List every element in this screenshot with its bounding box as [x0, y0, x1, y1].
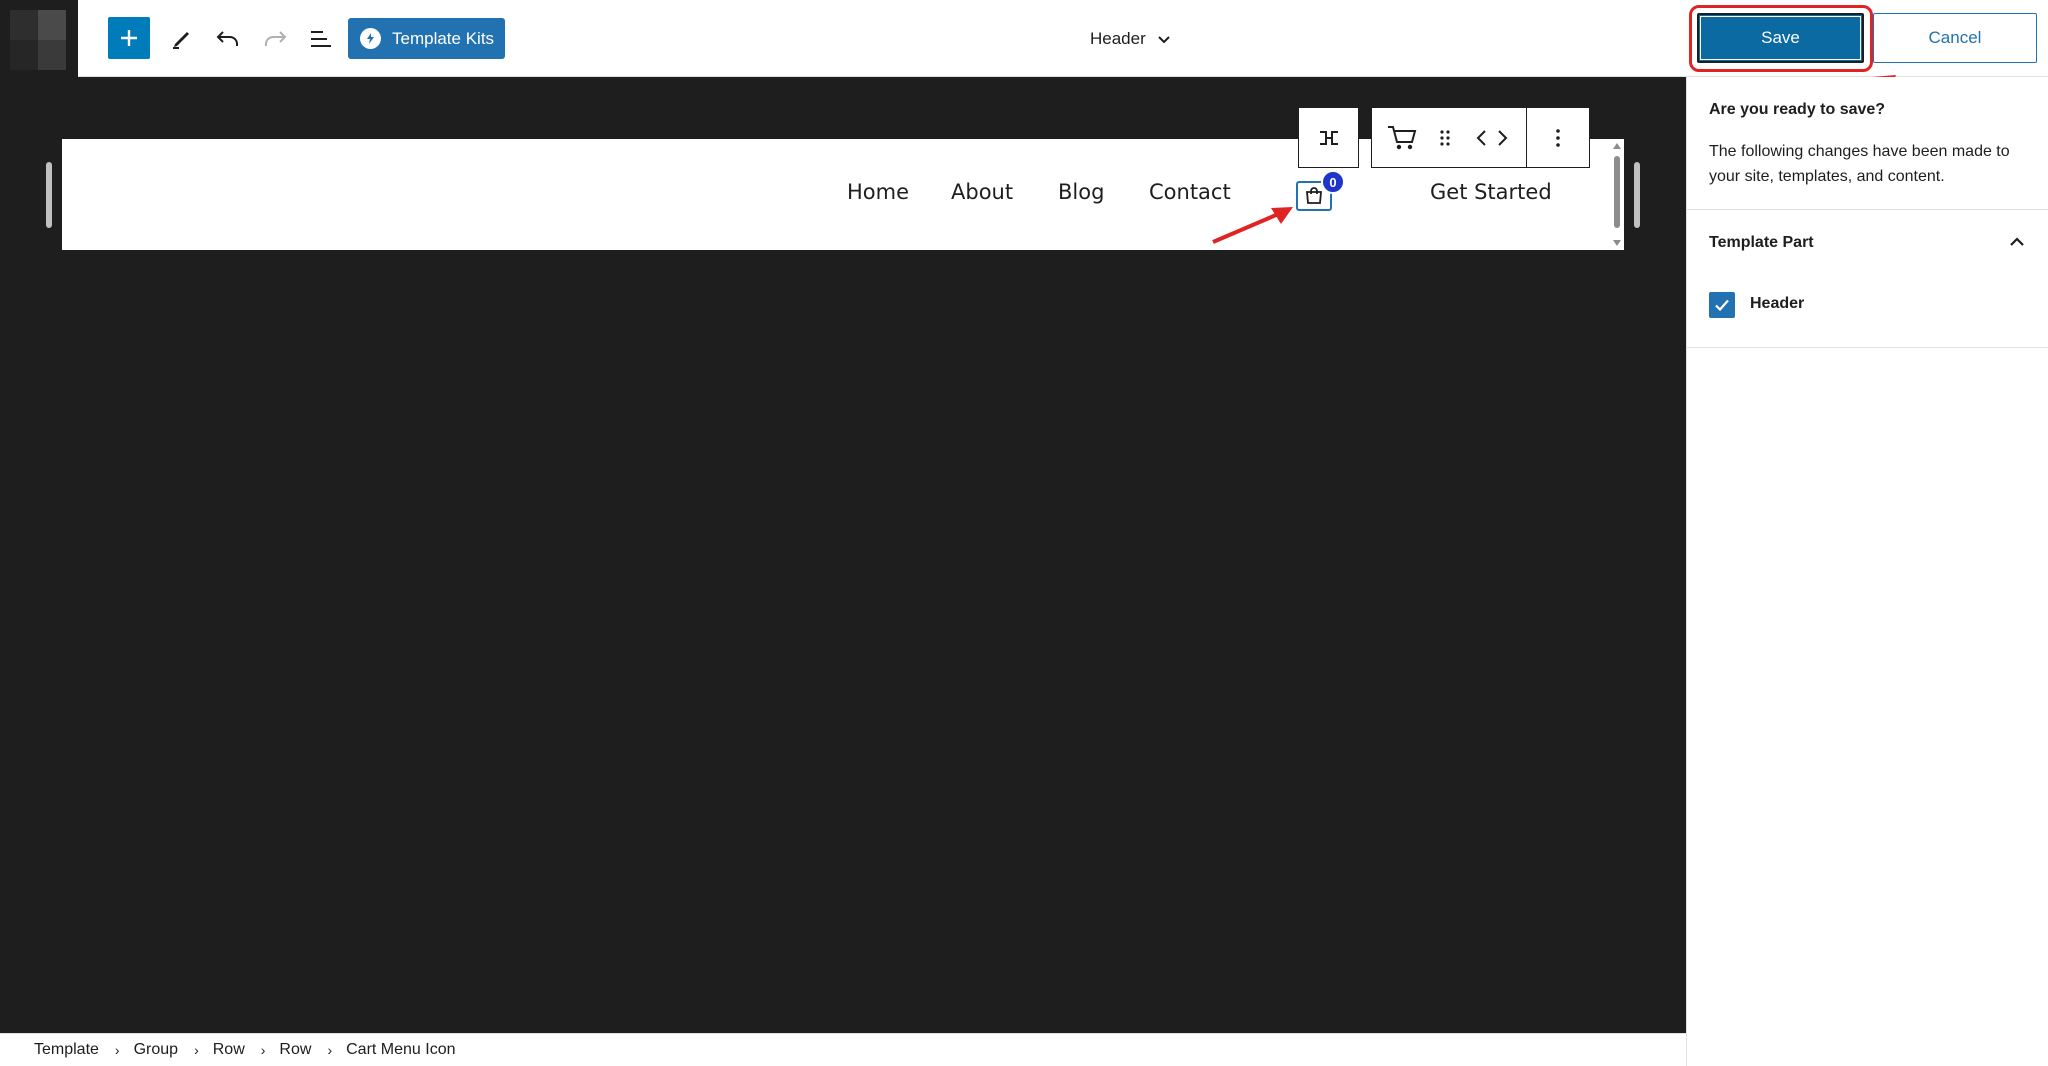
chevron-up-icon[interactable] — [2005, 230, 2029, 254]
divider — [1687, 347, 2048, 348]
template-kits-label: Template Kits — [392, 28, 495, 48]
block-inserter-button[interactable] — [108, 17, 150, 59]
nav-link-blog[interactable]: Blog — [1058, 180, 1104, 204]
scroll-down-arrow[interactable] — [1613, 240, 1621, 246]
resize-handle-left[interactable] — [46, 162, 52, 228]
block-toolbar — [1371, 107, 1590, 168]
divider — [1687, 209, 2048, 210]
cart-annotation-arrow — [1212, 207, 1293, 244]
parent-block-icon — [1319, 130, 1338, 145]
site-icon-button[interactable] — [0, 0, 78, 77]
redo-icon — [265, 31, 287, 46]
breadcrumb-group[interactable]: Group — [134, 1041, 178, 1059]
drag-handle[interactable] — [1432, 108, 1458, 167]
header-entity-label[interactable]: Header — [1750, 295, 1804, 313]
template-part-panel-toggle[interactable]: Template Part — [1709, 234, 1814, 252]
select-parent-block-button[interactable] — [1298, 107, 1359, 168]
template-kits-icon — [360, 28, 381, 49]
preview-scrollbar[interactable] — [1610, 140, 1624, 248]
drag-handle-icon — [1440, 129, 1450, 146]
checkmark-icon — [1715, 299, 1729, 312]
list-view-button[interactable] — [301, 19, 341, 59]
breadcrumb-cart-menu-icon: Cart Menu Icon — [346, 1041, 456, 1058]
chevron-right-icon: › — [114, 1042, 120, 1058]
block-options-button[interactable] — [1527, 108, 1589, 167]
document-title: Header — [1090, 29, 1146, 48]
save-panel-sidebar: Are you ready to save? The following cha… — [1686, 77, 2048, 1066]
block-type-button[interactable] — [1372, 108, 1432, 167]
pen-icon — [173, 32, 189, 49]
move-block-buttons[interactable] — [1458, 108, 1526, 167]
document-title-dropdown[interactable]: Header — [1090, 24, 1172, 54]
nav-link-home[interactable]: Home — [847, 180, 909, 204]
save-button[interactable]: Save — [1697, 13, 1864, 63]
cart-count-badge: 0 — [1321, 170, 1345, 194]
scroll-up-arrow[interactable] — [1613, 143, 1621, 149]
breadcrumb-row-inner[interactable]: Row — [279, 1041, 311, 1059]
move-arrows-icon — [1476, 129, 1508, 146]
nav-link-about[interactable]: About — [951, 180, 1013, 204]
chevron-right-icon: › — [194, 1042, 199, 1058]
editor-header: Template Kits Header Save Cancel — [0, 0, 2048, 77]
header-entity-checkbox[interactable] — [1709, 292, 1735, 318]
plus-icon — [121, 30, 137, 46]
more-options-icon — [1556, 128, 1560, 147]
block-breadcrumb: Template › Group › Row › Row › Cart Menu… — [0, 1033, 1686, 1066]
shopping-bag-icon — [1306, 187, 1322, 204]
undo-icon — [216, 31, 238, 46]
scroll-thumb[interactable] — [1614, 156, 1620, 228]
breadcrumb-template[interactable]: Template — [34, 1041, 99, 1059]
tools-button[interactable] — [162, 19, 202, 59]
resize-handle-right[interactable] — [1634, 162, 1640, 228]
undo-button[interactable] — [208, 19, 248, 59]
save-panel-heading: Are you ready to save? — [1709, 101, 1886, 118]
template-kits-button[interactable]: Template Kits — [348, 18, 505, 59]
cart-icon — [1388, 125, 1417, 149]
cancel-button[interactable]: Cancel — [1873, 13, 2037, 63]
list-view-icon — [311, 31, 331, 47]
chevron-right-icon: › — [260, 1042, 266, 1058]
chevron-down-icon — [1158, 36, 1170, 44]
redo-button[interactable] — [255, 19, 295, 59]
get-started-button[interactable]: Get Started — [1430, 180, 1552, 204]
save-panel-description: The following changes have been made to … — [1709, 143, 2010, 185]
breadcrumb-row[interactable]: Row — [213, 1041, 245, 1059]
chevron-right-icon: › — [327, 1042, 333, 1058]
